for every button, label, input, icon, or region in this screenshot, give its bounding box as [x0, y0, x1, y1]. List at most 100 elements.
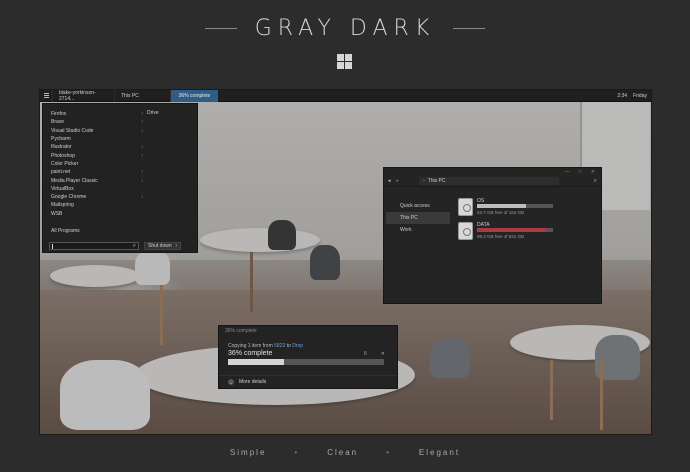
address-text: This PC: [427, 178, 446, 184]
start-menu: Firefox › Brave › Visual Studio Code › Pych…: [42, 103, 198, 253]
chevron-right-icon: ›: [141, 144, 143, 151]
app-item-color-picker[interactable]: Color Picker: [51, 160, 143, 168]
app-list: Firefox › Brave › Visual Studio Code › Pych…: [51, 110, 143, 218]
app-item-brave[interactable]: Brave ›: [51, 118, 143, 126]
sidebar-item-work[interactable]: Work: [386, 224, 450, 236]
pause-icon[interactable]: II: [364, 351, 367, 357]
app-label: paint.net: [51, 169, 71, 176]
app-label: Illustrator: [51, 144, 72, 151]
chevron-right-icon[interactable]: ›: [175, 243, 177, 249]
app-item-wsb[interactable]: WSB: [51, 210, 143, 218]
copy-progress-fill: [228, 359, 285, 365]
copy-description: Copying 1 item from 5823 to Drop: [228, 343, 303, 349]
chevron-down-icon: ⌄: [228, 379, 234, 385]
app-label: Brave: [51, 119, 65, 126]
more-details-toggle[interactable]: ⌄ More details: [219, 375, 397, 388]
chevron-right-icon: ›: [141, 127, 143, 134]
app-item-photoshop[interactable]: Photoshop ›: [51, 151, 143, 159]
header: GRAY DARK: [0, 14, 690, 42]
drive-usage-fill: [477, 204, 527, 208]
app-item-illustrator[interactable]: Illustrator ›: [51, 143, 143, 151]
chevron-right-icon: ›: [141, 152, 143, 159]
copy-destination-link[interactable]: Drop: [292, 343, 303, 349]
drive-data[interactable]: DATA 99.3 GB free of 931 GB: [458, 222, 568, 242]
explorer-titlebar: — □ ✕: [384, 168, 601, 176]
chevron-right-icon: ›: [141, 194, 143, 201]
title-rule-left: [204, 27, 237, 29]
clock-day: Friday: [633, 92, 647, 99]
all-programs-link[interactable]: All Programs: [51, 228, 80, 234]
search-icon[interactable]: ⌕: [594, 178, 597, 185]
maximize-icon[interactable]: □: [579, 169, 582, 175]
chevron-right-icon: ›: [141, 119, 143, 126]
app-item-chrome[interactable]: Google Chrome ›: [51, 193, 143, 201]
copy-progress-bar: [228, 359, 384, 365]
app-item-vscode[interactable]: Visual Studio Code ›: [51, 127, 143, 135]
app-item-media-player[interactable]: Media Player Classic ›: [51, 176, 143, 184]
tagline-word: Simple: [229, 448, 267, 457]
app-label: Firefox: [51, 111, 67, 118]
forward-icon[interactable]: ▸: [397, 178, 400, 184]
start-item-drive[interactable]: Drive: [147, 110, 159, 116]
app-item-firefox[interactable]: Firefox ›: [51, 110, 143, 118]
taskbar-item-this-pc[interactable]: This PC: [114, 90, 170, 102]
copy-controls: II ✕: [364, 351, 385, 357]
chevron-right-icon: ›: [141, 169, 143, 176]
drive-free-space: 99.3 GB free of 931 GB: [477, 234, 525, 239]
explorer-sidebar: Quick access This PC Work: [386, 200, 450, 236]
app-item-virtualbox[interactable]: VirtualBox: [51, 185, 143, 193]
app-item-paint-net[interactable]: paint.net ›: [51, 168, 143, 176]
taskbar-item-copy-progress[interactable]: 36% complete: [170, 90, 218, 102]
chevron-right-icon: ›: [141, 177, 143, 184]
app-item-pycharm[interactable]: Pycharm: [51, 135, 143, 143]
app-label: WSB: [51, 210, 63, 217]
app-label: Mailspring: [51, 202, 74, 209]
chevron-right-icon: ›: [141, 111, 143, 118]
back-icon[interactable]: ◂: [388, 178, 391, 184]
drive-free-space: 53.7 GB free of 154 GB: [477, 210, 525, 215]
app-label: VirtualBox: [51, 185, 74, 192]
tagline-word: Elegant: [418, 448, 461, 457]
chevron-right-icon: ›: [423, 178, 425, 184]
address-field[interactable]: › This PC: [419, 177, 560, 185]
tagline: Simple • Clean • Elegant: [0, 448, 690, 457]
drive-usage-fill: [477, 228, 545, 232]
minimize-icon[interactable]: —: [565, 169, 570, 175]
taskbar-item-browser[interactable]: blake-yorkinson-2714...: [52, 90, 114, 102]
hard-drive-icon: [458, 222, 473, 240]
close-icon[interactable]: ✕: [591, 169, 595, 175]
copy-source-link[interactable]: 5823: [274, 343, 285, 349]
app-item-mailspring[interactable]: Mailspring: [51, 201, 143, 209]
close-icon[interactable]: ✕: [381, 351, 385, 357]
start-search-input[interactable]: ⌕: [49, 242, 139, 250]
drive-os[interactable]: OS 53.7 GB free of 154 GB: [458, 198, 568, 218]
app-label: Color Picker: [51, 160, 79, 167]
file-explorer-window: — □ ✕ ◂ ▸ › This PC ⌕ Quick access This …: [383, 167, 602, 304]
start-right-column: Drive: [147, 110, 159, 116]
desktop-screenshot: blake-yorkinson-2714... This PC 36% comp…: [39, 89, 652, 435]
explorer-address-bar: ◂ ▸ › This PC ⌕: [384, 176, 601, 187]
text-caret: [52, 244, 53, 249]
app-label: Media Player Classic: [51, 177, 98, 184]
search-icon[interactable]: ⌕: [133, 243, 136, 250]
app-label: Visual Studio Code: [51, 127, 94, 134]
sidebar-item-quick-access[interactable]: Quick access: [386, 200, 450, 212]
hard-drive-icon: [458, 198, 473, 216]
sidebar-item-this-pc[interactable]: This PC: [386, 212, 450, 224]
copy-progress-dialog: 36% complete Copying 1 item from 5823 to…: [218, 325, 398, 389]
shutdown-label: Shut down: [148, 243, 172, 249]
windows-logo-icon: [337, 54, 352, 69]
app-label: Pycharm: [51, 136, 71, 143]
copy-prefix: Copying 1 item from: [228, 343, 273, 349]
dialog-title: 36% complete: [225, 328, 257, 334]
taskbar-clock[interactable]: 2:34 Friday: [617, 92, 651, 99]
title-rule-right: [453, 27, 486, 29]
tagline-word: Clean: [327, 448, 359, 457]
app-label: Google Chrome: [51, 194, 87, 201]
drive-usage-bar: [477, 228, 553, 232]
tagline-separator: •: [386, 448, 391, 457]
hamburger-icon[interactable]: [40, 90, 52, 102]
drive-usage-bar: [477, 204, 553, 208]
shutdown-button[interactable]: Shut down ›: [144, 242, 181, 250]
taskbar: blake-yorkinson-2714... This PC 36% comp…: [40, 90, 651, 102]
